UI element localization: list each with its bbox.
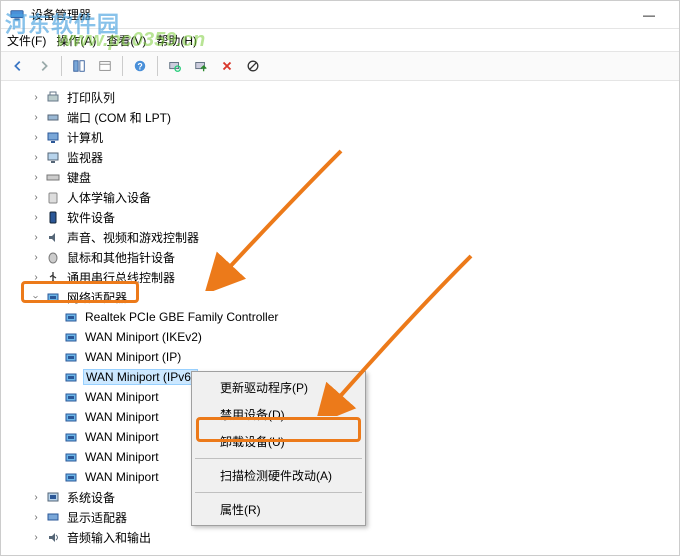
usb-icon xyxy=(45,269,61,285)
properties-button[interactable] xyxy=(94,55,116,77)
uninstall-button[interactable] xyxy=(216,55,238,77)
menu-uninstall-device[interactable]: 卸载设备(U) xyxy=(194,428,363,455)
app-icon xyxy=(9,7,25,23)
menu-properties[interactable]: 属性(R) xyxy=(194,496,363,523)
tree-item-realtek[interactable]: Realtek PCIe GBE Family Controller xyxy=(43,307,679,327)
expander-icon[interactable]: › xyxy=(29,190,43,204)
keyboard-icon xyxy=(45,169,61,185)
spacer xyxy=(47,450,61,464)
show-hide-button[interactable] xyxy=(68,55,90,77)
expander-icon[interactable]: › xyxy=(29,290,43,304)
minimize-button[interactable]: — xyxy=(627,1,671,29)
separator xyxy=(157,56,158,76)
network-adapter-icon xyxy=(63,449,79,465)
tree-item-monitors[interactable]: ›监视器 xyxy=(25,147,679,167)
expander-icon[interactable]: › xyxy=(29,90,43,104)
separator xyxy=(61,56,62,76)
menu-view[interactable]: 查看(V) xyxy=(106,32,146,49)
network-adapter-icon xyxy=(63,309,79,325)
spacer xyxy=(47,350,61,364)
spacer xyxy=(47,330,61,344)
svg-text:?: ? xyxy=(137,62,142,72)
display-adapter-icon xyxy=(45,509,61,525)
tree-item-keyboards[interactable]: ›键盘 xyxy=(25,167,679,187)
hid-icon xyxy=(45,189,61,205)
spacer xyxy=(47,430,61,444)
window-title: 设备管理器 xyxy=(31,6,627,23)
monitor-icon xyxy=(45,149,61,165)
network-adapter-icon xyxy=(63,329,79,345)
toolbar: ? xyxy=(1,51,679,81)
tree-item-network[interactable]: ›网络适配器 xyxy=(25,287,679,307)
expander-icon[interactable]: › xyxy=(29,270,43,284)
tree-item-mice[interactable]: ›鼠标和其他指针设备 xyxy=(25,247,679,267)
printer-icon xyxy=(45,89,61,105)
computer-icon xyxy=(45,129,61,145)
network-adapter-icon xyxy=(63,409,79,425)
menu-help[interactable]: 帮助(H) xyxy=(156,32,197,49)
expander-icon[interactable]: › xyxy=(29,130,43,144)
expander-icon[interactable]: › xyxy=(29,250,43,264)
tree-item-computer[interactable]: ›计算机 xyxy=(25,127,679,147)
title-bar: 设备管理器 — xyxy=(1,1,679,29)
network-adapter-icon xyxy=(63,429,79,445)
spacer xyxy=(47,470,61,484)
expander-icon[interactable]: › xyxy=(29,510,43,524)
tree-item-usb[interactable]: ›通用串行总线控制器 xyxy=(25,267,679,287)
expander-icon[interactable]: › xyxy=(29,170,43,184)
back-button[interactable] xyxy=(7,55,29,77)
tree-item-wan-ikev2[interactable]: WAN Miniport (IKEv2) xyxy=(43,327,679,347)
expander-icon[interactable]: › xyxy=(29,530,43,544)
separator xyxy=(122,56,123,76)
expander-icon[interactable]: › xyxy=(29,230,43,244)
menu-file[interactable]: 文件(F) xyxy=(7,32,46,49)
expander-icon[interactable]: › xyxy=(29,150,43,164)
network-adapter-icon xyxy=(63,389,79,405)
tree-item-wan-ip[interactable]: WAN Miniport (IP) xyxy=(43,347,679,367)
spacer xyxy=(47,310,61,324)
audio-icon xyxy=(45,529,61,545)
scan-hardware-button[interactable] xyxy=(164,55,186,77)
menu-scan-hardware[interactable]: 扫描检测硬件改动(A) xyxy=(194,462,363,489)
menu-separator xyxy=(195,458,362,459)
network-adapter-icon xyxy=(63,369,79,385)
spacer xyxy=(47,390,61,404)
spacer xyxy=(47,410,61,424)
tree-item-sound[interactable]: ›声音、视频和游戏控制器 xyxy=(25,227,679,247)
help-button[interactable]: ? xyxy=(129,55,151,77)
network-adapter-icon xyxy=(63,469,79,485)
menu-bar: 文件(F) 操作(A) 查看(V) 帮助(H) xyxy=(1,29,679,51)
tree-item-audio[interactable]: ›音频输入和输出 xyxy=(25,527,679,547)
update-driver-button[interactable] xyxy=(190,55,212,77)
spacer xyxy=(47,370,61,384)
expander-icon[interactable]: › xyxy=(29,110,43,124)
tree-item-print-queues[interactable]: ›打印队列 xyxy=(25,87,679,107)
tree-item-hid[interactable]: ›人体学输入设备 xyxy=(25,187,679,207)
tree-item-software[interactable]: ›软件设备 xyxy=(25,207,679,227)
network-adapter-icon xyxy=(63,349,79,365)
disable-button[interactable] xyxy=(242,55,264,77)
expander-icon[interactable]: › xyxy=(29,210,43,224)
menu-update-driver[interactable]: 更新驱动程序(P) xyxy=(194,374,363,401)
menu-action[interactable]: 操作(A) xyxy=(56,32,96,49)
network-adapter-icon xyxy=(45,289,61,305)
tree-item-ports[interactable]: ›端口 (COM 和 LPT) xyxy=(25,107,679,127)
expander-icon[interactable]: › xyxy=(29,490,43,504)
software-icon xyxy=(45,209,61,225)
menu-separator xyxy=(195,492,362,493)
menu-disable-device[interactable]: 禁用设备(D) xyxy=(194,401,363,428)
mouse-icon xyxy=(45,249,61,265)
port-icon xyxy=(45,109,61,125)
forward-button[interactable] xyxy=(33,55,55,77)
system-icon xyxy=(45,489,61,505)
context-menu: 更新驱动程序(P) 禁用设备(D) 卸载设备(U) 扫描检测硬件改动(A) 属性… xyxy=(191,371,366,526)
sound-icon xyxy=(45,229,61,245)
